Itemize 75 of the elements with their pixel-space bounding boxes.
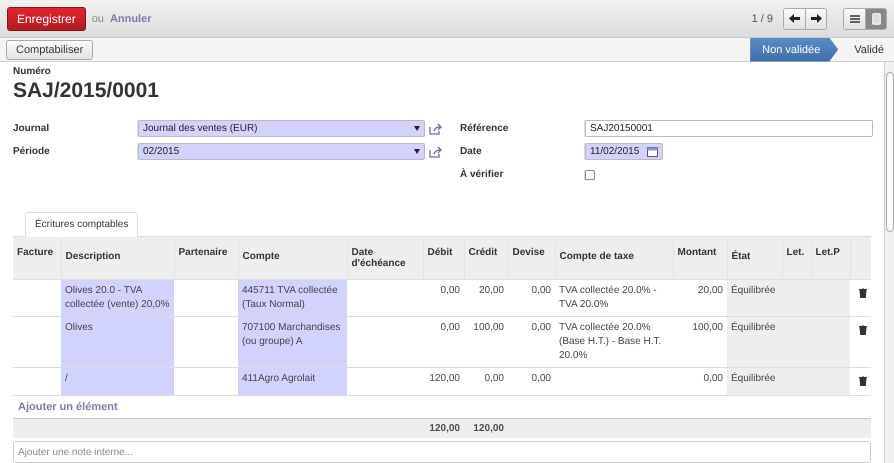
column-header[interactable]: Compte: [238, 237, 347, 279]
text-field[interactable]: SAJ20150001: [585, 120, 873, 137]
pager-count: 1 / 9: [752, 12, 773, 24]
table-cell: Équilibrée: [727, 367, 782, 395]
table-cell: TVA collectée 20.0% (Base H.T.) - Base H.T. 20.0%: [555, 316, 673, 367]
list-view-button[interactable]: [844, 8, 865, 28]
table-cell: 0,00: [508, 367, 555, 395]
total-cell: 120,00: [423, 418, 464, 438]
right-arrow-icon: [810, 14, 822, 23]
table-cell: 0,00: [508, 316, 555, 367]
external-link-icon[interactable]: [429, 122, 442, 134]
total-cell: 120,00: [464, 418, 508, 438]
table-cell: 0,00: [508, 279, 555, 316]
table-cell: 707100 Marchandises (ou groupe) A: [238, 316, 347, 367]
table-cell: Équilibrée: [727, 279, 782, 316]
column-header[interactable]: État: [727, 237, 782, 279]
table-cell: 0,00: [673, 367, 727, 395]
table-cell: /: [61, 367, 174, 395]
list-icon: [850, 14, 860, 22]
calendar-icon[interactable]: [647, 146, 658, 156]
table-cell: 0,00: [423, 316, 464, 367]
date-field[interactable]: 11/02/2015: [585, 143, 663, 160]
column-header[interactable]: Description: [61, 237, 174, 279]
caret-icon: [414, 149, 420, 154]
table-cell: 411Agro Agrolait: [238, 367, 347, 395]
table-cell: Olives: [61, 316, 174, 367]
trash-icon: [859, 376, 867, 386]
caret-icon: [414, 126, 420, 131]
table-cell: 0,00: [464, 367, 508, 395]
field-label: À vérifier: [460, 169, 504, 180]
previous-button[interactable]: [784, 8, 805, 28]
save-button[interactable]: Enregistrer: [7, 6, 86, 30]
left-arrow-icon: [789, 14, 800, 23]
trash-icon: [859, 324, 867, 334]
post-button[interactable]: Comptabiliser: [6, 40, 94, 60]
field-label: Journal: [13, 123, 50, 134]
column-header[interactable]: Débit: [423, 237, 464, 279]
table-cell: 100,00: [673, 316, 727, 367]
or-text: ou: [92, 12, 104, 24]
field-label: Période: [13, 146, 51, 157]
page-icon: [872, 12, 880, 24]
select-field[interactable]: 02/2015: [138, 143, 425, 160]
field-label: Numéro: [13, 66, 52, 77]
select-field[interactable]: Journal des ventes (EUR): [138, 120, 425, 137]
column-header[interactable]: Partenaire: [174, 237, 238, 279]
next-button[interactable]: [805, 8, 826, 28]
column-header[interactable]: Devise: [508, 237, 555, 279]
status-stage: Validé: [853, 42, 885, 58]
column-header[interactable]: Facture: [13, 237, 61, 279]
column-header[interactable]: Let.: [782, 237, 811, 279]
table-cell: TVA collectée 20.0% - TVA 20.0%: [555, 279, 673, 316]
record-title: SAJ/2015/0001: [13, 79, 160, 103]
table-cell: 120,00: [423, 367, 464, 395]
table-cell: 100,00: [464, 316, 508, 367]
field-label: Date: [460, 146, 483, 157]
table-cell: Olives 20.0 - TVA collectée (vente) 20,0%: [61, 279, 174, 316]
note-field[interactable]: Ajouter une note interne...: [13, 441, 871, 463]
column-header[interactable]: Crédit: [464, 237, 508, 279]
column-header[interactable]: Compte de taxe: [555, 237, 673, 279]
status-stage: Non validée: [750, 38, 838, 62]
field-label: Référence: [460, 123, 510, 134]
table-cell: 20,00: [673, 279, 727, 316]
add-line-link[interactable]: Ajouter un élément: [18, 400, 118, 412]
table-cell: 20,00: [464, 279, 508, 316]
table-cell: 445711 TVA collectée (Taux Normal): [238, 279, 347, 316]
column-header[interactable]: Let.P: [811, 237, 850, 279]
column-header[interactable]: Date d'échéance: [347, 237, 423, 279]
table-cell: Équilibrée: [727, 316, 782, 367]
external-link-icon[interactable]: [429, 146, 442, 158]
trash-icon: [859, 288, 867, 298]
column-header[interactable]: Montant: [673, 237, 727, 279]
table-cell: 0,00: [423, 279, 464, 316]
scrollbar[interactable]: [884, 62, 894, 463]
checkbox[interactable]: [585, 170, 595, 180]
tab[interactable]: Écritures comptables: [25, 212, 138, 237]
